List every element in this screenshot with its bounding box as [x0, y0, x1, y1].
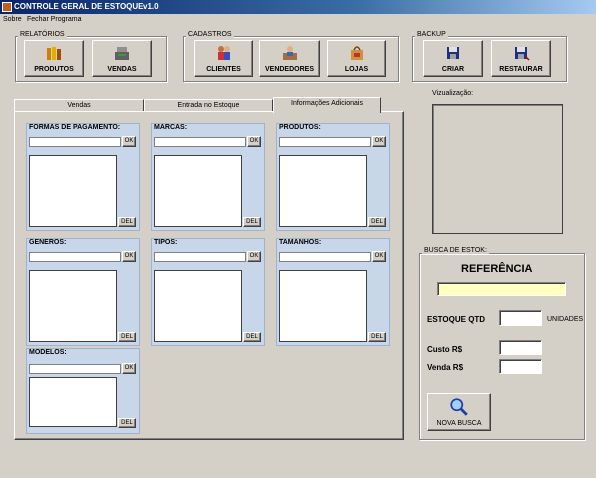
category-list[interactable] — [154, 270, 242, 342]
clientes-button[interactable]: CLIENTES — [194, 40, 253, 77]
category-label: PRODUTOS: — [279, 124, 321, 131]
units-label: UNIDADES — [547, 316, 584, 323]
category-formas-pagamento: FORMAS DE PAGAMENTO: OK DEL — [26, 123, 140, 231]
criar-backup-button[interactable]: CRIAR — [423, 40, 483, 77]
people-icon — [217, 46, 230, 60]
category-input[interactable] — [154, 252, 246, 262]
category-list[interactable] — [279, 155, 367, 227]
category-label: MARCAS: — [154, 124, 188, 131]
cost-field[interactable] — [499, 340, 542, 355]
ok-button[interactable]: OK — [372, 251, 386, 262]
category-label: FORMAS DE PAGAMENTO: — [29, 124, 121, 131]
ok-button[interactable]: OK — [247, 136, 261, 147]
tab-panel: FORMAS DE PAGAMENTO: OK DEL MARCAS: OK D… — [14, 111, 404, 440]
ok-button[interactable]: OK — [122, 251, 136, 262]
category-list[interactable] — [29, 270, 117, 342]
category-list[interactable] — [29, 377, 117, 427]
category-label: MODELOS: — [29, 349, 67, 356]
shopping-bag-icon — [350, 46, 363, 60]
lojas-button[interactable]: LOJAS — [327, 40, 386, 77]
restaurar-backup-button[interactable]: RESTAURAR — [491, 40, 551, 77]
category-marcas: MARCAS: OK DEL — [151, 123, 265, 231]
del-button[interactable]: DEL — [243, 332, 261, 342]
floppy-disk-icon — [447, 47, 459, 59]
category-input[interactable] — [279, 137, 371, 147]
vendedores-button[interactable]: VENDEDORES — [259, 40, 320, 77]
menu-bar: Sobre Fechar Programa — [0, 14, 596, 26]
title-bar: CONTROLE GERAL DE ESTOQUE v1.0 — [0, 0, 596, 14]
books-icon — [47, 47, 61, 60]
category-produtos: PRODUTOS: OK DEL — [276, 123, 390, 231]
category-input[interactable] — [154, 137, 246, 147]
category-list[interactable] — [279, 270, 367, 342]
floppy-restore-icon — [515, 47, 530, 61]
category-input[interactable] — [29, 137, 121, 147]
cash-register-icon — [115, 47, 129, 60]
relatorios-label: RELATÓRIOS — [18, 31, 67, 38]
reference-heading: REFERÊNCIA — [461, 263, 533, 275]
menu-sobre[interactable]: Sobre — [3, 16, 22, 23]
del-button[interactable]: DEL — [243, 217, 261, 227]
ok-button[interactable]: OK — [372, 136, 386, 147]
category-label: TIPOS: — [154, 239, 178, 246]
sale-label: Venda R$ — [427, 363, 464, 372]
reference-input[interactable] — [437, 282, 566, 296]
category-list[interactable] — [154, 155, 242, 227]
vendas-report-button[interactable]: VENDAS — [92, 40, 152, 77]
new-search-button[interactable]: NOVA BUSCA — [427, 393, 491, 431]
cost-label: Custo R$ — [427, 345, 463, 354]
del-button[interactable]: DEL — [368, 217, 386, 227]
preview-label: Vizualização: — [432, 90, 474, 97]
del-button[interactable]: DEL — [118, 418, 136, 428]
category-tipos: TIPOS: OK DEL — [151, 238, 265, 346]
category-label: TAMANHOS: — [279, 239, 322, 246]
category-tamanhos: TAMANHOS: OK DEL — [276, 238, 390, 346]
ok-button[interactable]: OK — [247, 251, 261, 262]
del-button[interactable]: DEL — [118, 217, 136, 227]
cadastros-label: CADASTROS — [186, 31, 234, 38]
stock-field[interactable] — [499, 310, 542, 326]
sellers-icon — [282, 46, 297, 60]
menu-fechar-programa[interactable]: Fechar Programa — [27, 16, 81, 23]
produtos-report-button[interactable]: PRODUTOS — [24, 40, 84, 77]
del-button[interactable]: DEL — [118, 332, 136, 342]
category-input[interactable] — [279, 252, 371, 262]
window-title: CONTROLE GERAL DE ESTOQUE — [14, 2, 144, 11]
del-button[interactable]: DEL — [368, 332, 386, 342]
category-list[interactable] — [29, 155, 117, 227]
stock-label: ESTOQUE QTD — [427, 315, 486, 324]
tab-informacoes-adicionais[interactable]: Informações Adicionais — [273, 97, 381, 113]
preview-box — [432, 104, 563, 234]
category-modelos: MODELOS: OK DEL — [26, 348, 140, 434]
category-input[interactable] — [29, 252, 121, 262]
category-input[interactable] — [29, 364, 121, 374]
ok-button[interactable]: OK — [122, 363, 136, 374]
search-group-label: BUSCA DE ESTOK: — [422, 247, 489, 254]
backup-label: BACKUP — [415, 31, 448, 38]
sale-field[interactable] — [499, 359, 542, 374]
category-label: GENEROS: — [29, 239, 67, 246]
category-generos: GENEROS: OK DEL — [26, 238, 140, 346]
ok-button[interactable]: OK — [122, 136, 136, 147]
window-version: v1.0 — [143, 2, 159, 11]
app-icon — [2, 2, 12, 12]
magnifier-icon — [450, 398, 468, 416]
